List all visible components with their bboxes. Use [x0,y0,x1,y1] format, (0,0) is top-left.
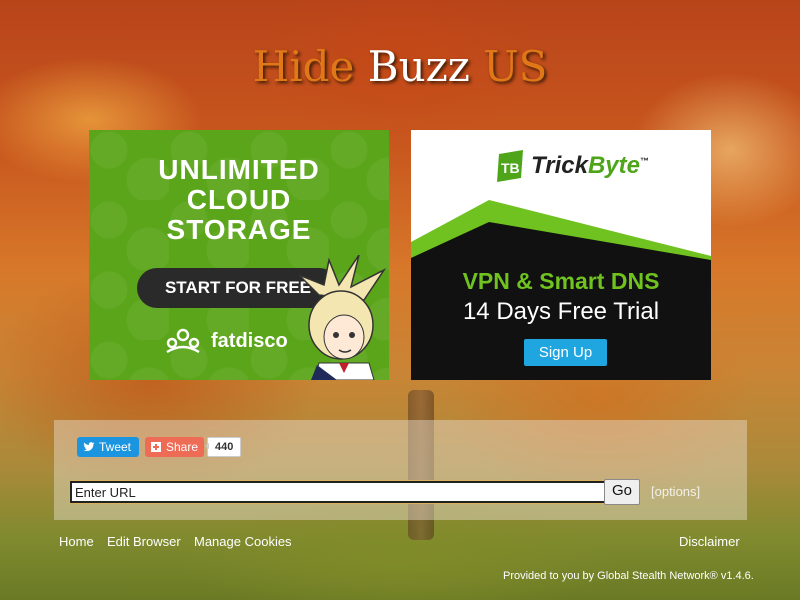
logo-suffix: Byte [587,152,640,179]
ad-headline-line: CLOUD [186,184,292,215]
ad-headline-line: STORAGE [166,214,312,245]
fatdisco-brand: fatdisco [165,328,288,354]
title-word-3: US [483,42,548,91]
go-button[interactable]: Go [604,479,640,505]
trickbyte-logo-icon: TB [497,150,523,182]
trickbyte-logo: TB TrickByte™ [495,150,649,182]
tweet-button[interactable]: Tweet [77,437,140,457]
sign-up-button[interactable]: Sign Up [524,339,607,366]
edit-browser-link[interactable]: Edit Browser [107,534,181,549]
disclaimer-link[interactable]: Disclaimer [679,534,740,549]
title-word-2: Buzz [367,42,470,91]
ad-vpn-headline: VPN & Smart DNS [462,268,660,294]
options-link[interactable]: [options] [651,484,700,499]
anime-mascot-image [298,255,387,380]
credit-text: Provided to you by Global Stealth Networ… [503,570,754,582]
share-count-badge: 440 [204,437,242,457]
logo-prefix: Trick [531,152,588,179]
ad-headline-line: UNLIMITED [158,154,320,185]
share-button[interactable]: Share [145,437,205,457]
manage-cookies-link[interactable]: Manage Cookies [194,534,292,549]
svg-text:TB: TB [501,160,520,176]
ad-headline: UNLIMITED CLOUD STORAGE [89,155,389,245]
url-form-panel: Tweet Share 440 Go [options] [54,420,747,520]
site-title: Hide Buzz US [0,42,800,91]
brand-name: fatdisco [211,329,288,352]
trademark: ™ [639,156,649,166]
tweet-label: Tweet [99,440,132,454]
ad-cloud-storage[interactable]: UNLIMITED CLOUD STORAGE START FOR FREE f… [89,130,389,380]
share-label: Share [166,440,199,454]
plus-icon [151,442,161,452]
url-input[interactable] [70,481,606,503]
ad-vpn[interactable]: TB TrickByte™ VPN & Smart DNS 14 Days Fr… [411,130,711,380]
twitter-bird-icon [83,442,95,452]
cloud-people-icon [166,328,200,354]
title-word-1: Hide [252,42,355,91]
home-link[interactable]: Home [59,534,94,549]
ad-vpn-subheadline: 14 Days Free Trial [462,298,660,325]
